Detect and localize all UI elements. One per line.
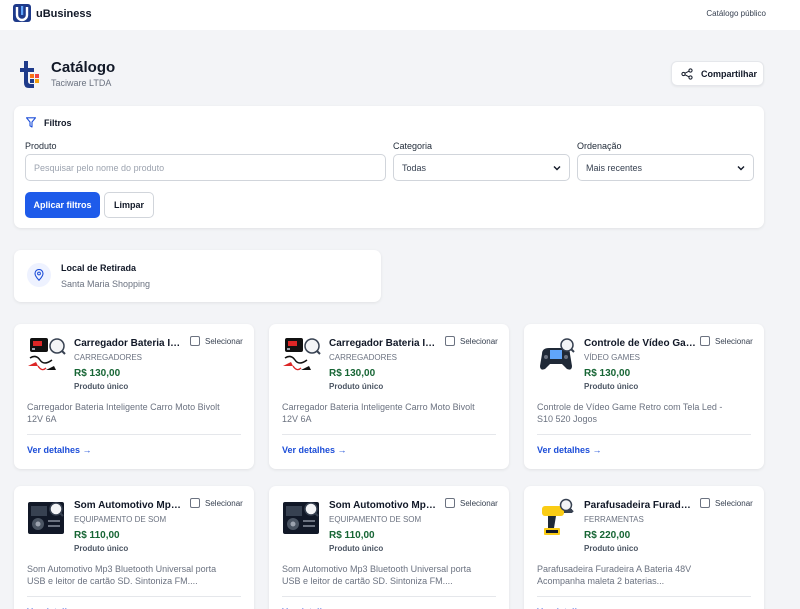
product-name[interactable]: Controle de Vídeo Game Retro com Tela Le…	[584, 338, 696, 349]
product-price: R$ 130,00	[329, 368, 376, 379]
product-description: Carregador Bateria Inteligente Carro Mot…	[27, 402, 220, 424]
filters-title: Filtros	[44, 117, 72, 128]
product-description: Parafusadeira Furadeira A Bateria 48V Ac…	[537, 564, 692, 586]
order-select[interactable]: Mais recentes	[577, 154, 754, 181]
product-category: CARREGADORES	[329, 353, 398, 362]
product-tag: Produto único	[584, 544, 639, 553]
product-name[interactable]: Parafusadeira Furadeira A Bateria 48V	[584, 500, 696, 511]
product-name[interactable]: Som Automotivo Mp3 Bluetooth Universal	[329, 500, 441, 511]
divider	[537, 434, 751, 435]
product-category: FERRAMENTAS	[584, 515, 644, 524]
checkbox-box[interactable]	[190, 498, 200, 508]
divider	[27, 596, 241, 597]
apply-filters-button[interactable]: Aplicar filtros	[25, 192, 100, 218]
view-details-link[interactable]: Ver detalhes →	[282, 445, 347, 455]
category-filter-label: Categoria	[393, 141, 433, 151]
charger-product-image[interactable]	[26, 336, 66, 376]
product-category: EQUIPAMENTO DE SOM	[74, 515, 167, 524]
product-tag: Produto único	[74, 544, 129, 553]
select-label: Selecionar	[460, 336, 498, 346]
order-select-value: Mais recentes	[586, 162, 643, 173]
category-select-value: Todas	[402, 162, 427, 173]
product-search-input[interactable]	[25, 154, 386, 181]
product-name[interactable]: Som Automotivo Mp3 Bluetooth Universal	[74, 500, 186, 511]
product-category: CARREGADORES	[74, 353, 143, 362]
select-label: Selecionar	[715, 498, 753, 508]
pickup-location-card: Local de Retirada Santa Maria Shopping	[14, 250, 381, 302]
company-name: Taciware LTDA	[51, 78, 112, 88]
select-checkbox[interactable]: Selecionar	[190, 336, 243, 346]
page-title: Catálogo	[51, 59, 116, 76]
checkbox-box[interactable]	[700, 498, 710, 508]
ubusiness-logo-icon	[13, 4, 31, 22]
pickup-title: Local de Retirada	[61, 263, 137, 273]
divider	[537, 596, 751, 597]
public-catalog-link[interactable]: Catálogo público	[706, 9, 766, 18]
product-tag: Produto único	[329, 382, 384, 391]
pickup-place: Santa Maria Shopping	[61, 279, 151, 289]
select-checkbox[interactable]: Selecionar	[190, 498, 243, 508]
product-price: R$ 220,00	[584, 530, 631, 541]
charger-product-image[interactable]	[281, 336, 321, 376]
select-label: Selecionar	[715, 336, 753, 346]
top-bar: uBusiness Catálogo público	[0, 0, 800, 30]
product-price: R$ 110,00	[329, 530, 375, 541]
product-description: Som Automotivo Mp3 Bluetooth Universal p…	[282, 564, 472, 586]
filters-panel: Filtros Produto Categoria Todas Ordenaçã…	[14, 106, 764, 228]
product-card[interactable]: Parafusadeira Furadeira A Bateria 48V Se…	[524, 486, 764, 609]
product-category: VÍDEO GAMES	[584, 353, 641, 362]
car-stereo-product-image[interactable]	[281, 498, 321, 538]
select-label: Selecionar	[205, 336, 243, 346]
pin-badge	[27, 263, 51, 287]
product-tag: Produto único	[74, 382, 129, 391]
share-button-label: Compartilhar	[701, 68, 758, 79]
product-price: R$ 130,00	[584, 368, 631, 379]
chevron-down-icon	[553, 165, 561, 170]
share-icon	[681, 67, 693, 80]
select-label: Selecionar	[460, 498, 498, 508]
brand-name: uBusiness	[36, 8, 92, 20]
category-select[interactable]: Todas	[393, 154, 570, 181]
product-card[interactable]: Som Automotivo Mp3 Bluetooth Universal S…	[269, 486, 509, 609]
product-tag: Produto único	[329, 544, 384, 553]
product-card[interactable]: Controle de Vídeo Game Retro com Tela Le…	[524, 324, 764, 469]
product-card[interactable]: Som Automotivo Mp3 Bluetooth Universal S…	[14, 486, 254, 609]
map-pin-icon	[34, 269, 44, 281]
divider	[27, 434, 241, 435]
company-logo-icon	[20, 61, 39, 88]
select-checkbox[interactable]: Selecionar	[445, 498, 498, 508]
product-price: R$ 110,00	[74, 530, 120, 541]
product-card[interactable]: Carregador Bateria Inteligente Carro Mot…	[269, 324, 509, 469]
view-details-link[interactable]: Ver detalhes →	[27, 445, 92, 455]
divider	[282, 596, 496, 597]
select-label: Selecionar	[205, 498, 243, 508]
select-checkbox[interactable]: Selecionar	[445, 336, 498, 346]
product-price: R$ 130,00	[74, 368, 121, 379]
product-description: Carregador Bateria Inteligente Carro Mot…	[282, 402, 475, 424]
divider	[282, 434, 496, 435]
select-checkbox[interactable]: Selecionar	[700, 498, 753, 508]
product-tag: Produto único	[584, 382, 639, 391]
drill-product-image[interactable]	[536, 498, 576, 538]
order-filter-label: Ordenação	[577, 141, 622, 151]
checkbox-box[interactable]	[190, 336, 200, 346]
checkbox-box[interactable]	[445, 498, 455, 508]
chevron-down-icon	[737, 165, 745, 170]
product-description: Som Automotivo Mp3 Bluetooth Universal p…	[27, 564, 217, 586]
product-category: EQUIPAMENTO DE SOM	[329, 515, 422, 524]
car-stereo-product-image[interactable]	[26, 498, 66, 538]
product-description: Controle de Vídeo Game Retro com Tela Le…	[537, 402, 723, 424]
select-checkbox[interactable]: Selecionar	[700, 336, 753, 346]
clear-filters-button[interactable]: Limpar	[104, 192, 154, 218]
view-details-link[interactable]: Ver detalhes →	[537, 445, 602, 455]
product-filter-label: Produto	[25, 141, 57, 151]
checkbox-box[interactable]	[700, 336, 710, 346]
gamepad-product-image[interactable]	[536, 336, 576, 376]
checkbox-box[interactable]	[445, 336, 455, 346]
product-card[interactable]: Carregador Bateria Inteligente Carro Mot…	[14, 324, 254, 469]
product-name[interactable]: Carregador Bateria Inteligente Carro Mot…	[329, 338, 441, 349]
share-button[interactable]: Compartilhar	[671, 61, 764, 86]
filter-icon	[26, 117, 36, 128]
product-name[interactable]: Carregador Bateria Inteligente Carro Mot…	[74, 338, 186, 349]
